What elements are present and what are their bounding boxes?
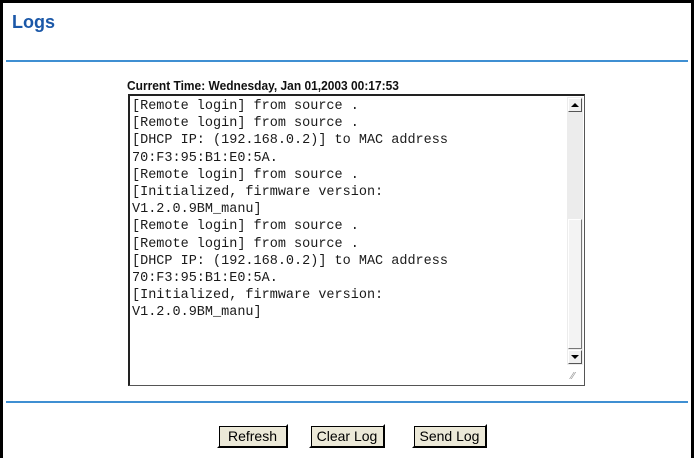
scroll-down-icon xyxy=(571,355,579,359)
page-title: Logs xyxy=(12,12,55,32)
scroll-up-icon xyxy=(571,103,579,107)
scroll-thumb[interactable] xyxy=(568,219,582,349)
title-divider xyxy=(6,60,688,62)
scroll-up-button[interactable] xyxy=(568,98,582,112)
refresh-button[interactable]: Refresh xyxy=(217,424,288,448)
scroll-down-button[interactable] xyxy=(568,350,582,364)
buttons-divider xyxy=(6,401,688,403)
send-log-button[interactable]: Send Log xyxy=(412,424,487,448)
clear-log-button[interactable]: Clear Log xyxy=(309,424,385,448)
log-textarea[interactable]: [Remote login] from source . [Remote log… xyxy=(128,94,585,386)
resize-grip-icon[interactable]: ⁄⁄ xyxy=(571,372,581,382)
current-time-label: Current Time: Wednesday, Jan 01,2003 00:… xyxy=(127,78,399,93)
log-scrollbar[interactable] xyxy=(567,97,583,365)
log-content: [Remote login] from source . [Remote log… xyxy=(132,99,448,321)
